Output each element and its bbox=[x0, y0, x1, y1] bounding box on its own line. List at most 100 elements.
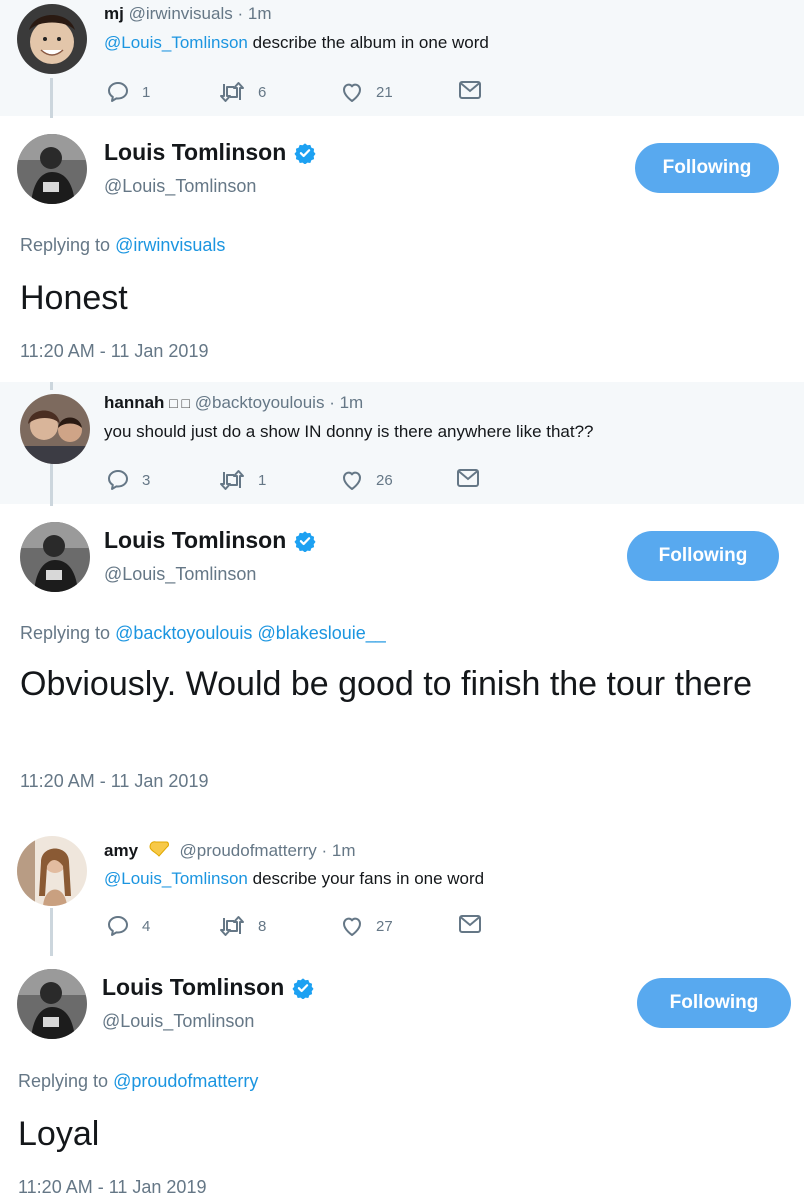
reply-author-handle[interactable]: @Louis_Tomlinson bbox=[104, 176, 256, 197]
parent-header: amy @proudofmatterry · 1m bbox=[104, 839, 356, 861]
parent-name[interactable]: hannah bbox=[104, 393, 164, 412]
envelope-icon bbox=[458, 914, 482, 934]
reply-author-name-text: Louis Tomlinson bbox=[104, 139, 287, 165]
parent-text: @Louis_Tomlinson describe the album in o… bbox=[104, 33, 489, 53]
heart-icon bbox=[340, 914, 364, 938]
avatar-louis[interactable] bbox=[17, 134, 87, 204]
reply-text: Obviously. Would be good to finish the t… bbox=[20, 665, 753, 703]
heart-icon bbox=[340, 468, 364, 492]
retweet-action[interactable]: 8 bbox=[218, 914, 266, 938]
parent-text-body: you should just do a show IN donny is th… bbox=[104, 422, 594, 441]
reply-author-name[interactable]: Louis Tomlinson bbox=[104, 527, 316, 554]
retweet-count: 1 bbox=[258, 471, 267, 489]
replying-prefix: Replying to bbox=[20, 235, 116, 255]
avatar-mj[interactable] bbox=[17, 4, 87, 74]
thread-line bbox=[50, 382, 53, 390]
thread-line bbox=[50, 908, 53, 956]
reply-count: 3 bbox=[142, 471, 151, 489]
parent-header: hannah □ □ @backtoyoulouis · 1m bbox=[104, 393, 363, 413]
parent-text-body: describe your fans in one word bbox=[247, 869, 485, 888]
parent-handle[interactable]: @backtoyoulouis bbox=[195, 393, 325, 412]
reply-author-handle[interactable]: @Louis_Tomlinson bbox=[104, 564, 256, 585]
profile-photo bbox=[17, 969, 87, 1039]
parent-handle[interactable]: @proudofmatterry bbox=[180, 841, 317, 860]
like-count: 27 bbox=[376, 917, 393, 935]
reply-text: Honest bbox=[20, 279, 128, 317]
like-count: 21 bbox=[376, 83, 393, 101]
separator-dot: · bbox=[237, 4, 244, 23]
verified-badge-icon bbox=[294, 142, 316, 164]
parent-time[interactable]: 1m bbox=[332, 841, 356, 860]
dm-action[interactable] bbox=[456, 468, 492, 488]
parent-time[interactable]: 1m bbox=[248, 4, 272, 23]
envelope-icon bbox=[456, 468, 480, 488]
reply-icon bbox=[106, 468, 130, 492]
reply-timestamp[interactable]: 11:20 AM - 11 Jan 2019 bbox=[20, 771, 208, 792]
replying-to-link[interactable]: @proudofmatterry bbox=[113, 1071, 258, 1091]
reply-text: Loyal bbox=[18, 1115, 100, 1153]
profile-photo bbox=[17, 134, 87, 204]
replying-to-link[interactable]: @irwinvisuals bbox=[115, 235, 225, 255]
reply-action[interactable]: 3 bbox=[106, 468, 150, 492]
reply-author-name[interactable]: Louis Tomlinson bbox=[102, 974, 314, 1001]
dm-action[interactable] bbox=[458, 914, 494, 934]
retweet-action[interactable]: 1 bbox=[218, 468, 266, 492]
retweet-count: 6 bbox=[258, 83, 267, 101]
verified-badge-icon bbox=[294, 530, 316, 552]
reply-author-name[interactable]: Louis Tomlinson bbox=[104, 139, 316, 166]
reply-count: 4 bbox=[142, 917, 151, 935]
verified-badge-icon bbox=[292, 977, 314, 999]
separator-dot: · bbox=[321, 841, 328, 860]
avatar-louis[interactable] bbox=[20, 522, 90, 592]
like-count: 26 bbox=[376, 471, 393, 489]
avatar-amy[interactable] bbox=[17, 836, 87, 906]
mention-link[interactable]: @Louis_Tomlinson bbox=[104, 869, 248, 888]
profile-photo bbox=[20, 522, 90, 592]
following-button[interactable]: Following bbox=[627, 531, 779, 581]
parent-time[interactable]: 1m bbox=[340, 393, 364, 412]
reply-icon bbox=[106, 80, 130, 104]
retweet-icon bbox=[218, 80, 246, 104]
parent-text: @Louis_Tomlinson describe your fans in o… bbox=[104, 869, 484, 889]
parent-name[interactable]: amy bbox=[104, 841, 138, 860]
retweet-action[interactable]: 6 bbox=[218, 80, 266, 104]
parent-text-body: describe the album in one word bbox=[247, 33, 489, 52]
like-action[interactable]: 21 bbox=[340, 80, 393, 104]
mention-link[interactable]: @Louis_Tomlinson bbox=[104, 33, 248, 52]
reply-author-name-text: Louis Tomlinson bbox=[102, 974, 285, 1000]
envelope-icon bbox=[458, 80, 482, 100]
thread-line bbox=[50, 78, 53, 118]
replying-to: Replying to @irwinvisuals bbox=[20, 235, 225, 256]
following-button[interactable]: Following bbox=[635, 143, 779, 193]
retweet-count: 8 bbox=[258, 917, 267, 935]
avatar-louis[interactable] bbox=[17, 969, 87, 1039]
following-button[interactable]: Following bbox=[637, 978, 791, 1028]
yellow-heart-emoji bbox=[149, 841, 169, 857]
replying-to: Replying to @backtoyoulouis @blakeslouie… bbox=[20, 623, 386, 644]
parent-text: you should just do a show IN donny is th… bbox=[104, 422, 594, 442]
separator-dot: · bbox=[329, 393, 335, 412]
parent-handle[interactable]: @irwinvisuals bbox=[129, 4, 233, 23]
reply-count: 1 bbox=[142, 83, 151, 101]
reply-icon bbox=[106, 914, 130, 938]
replying-to-link[interactable]: @backtoyoulouis bbox=[115, 623, 252, 643]
replying-to-link-2[interactable]: @blakeslouie__ bbox=[257, 623, 385, 643]
reply-timestamp[interactable]: 11:20 AM - 11 Jan 2019 bbox=[20, 341, 208, 362]
replying-to: Replying to @proudofmatterry bbox=[18, 1071, 258, 1092]
thread-line bbox=[50, 464, 53, 506]
reply-action[interactable]: 4 bbox=[106, 914, 150, 938]
reply-action[interactable]: 1 bbox=[106, 80, 150, 104]
reply-author-handle[interactable]: @Louis_Tomlinson bbox=[102, 1011, 254, 1032]
like-action[interactable]: 26 bbox=[340, 468, 393, 492]
dm-action[interactable] bbox=[458, 80, 494, 100]
retweet-icon bbox=[218, 468, 246, 492]
like-action[interactable]: 27 bbox=[340, 914, 393, 938]
avatar-hannah[interactable] bbox=[20, 394, 90, 464]
replying-prefix: Replying to bbox=[18, 1071, 114, 1091]
replying-prefix: Replying to bbox=[20, 623, 116, 643]
reply-author-name-text: Louis Tomlinson bbox=[104, 527, 287, 553]
name-emoji: □ □ bbox=[169, 395, 190, 411]
retweet-icon bbox=[218, 914, 246, 938]
parent-name[interactable]: mj bbox=[104, 4, 124, 23]
reply-timestamp[interactable]: 11:20 AM - 11 Jan 2019 bbox=[18, 1177, 206, 1198]
